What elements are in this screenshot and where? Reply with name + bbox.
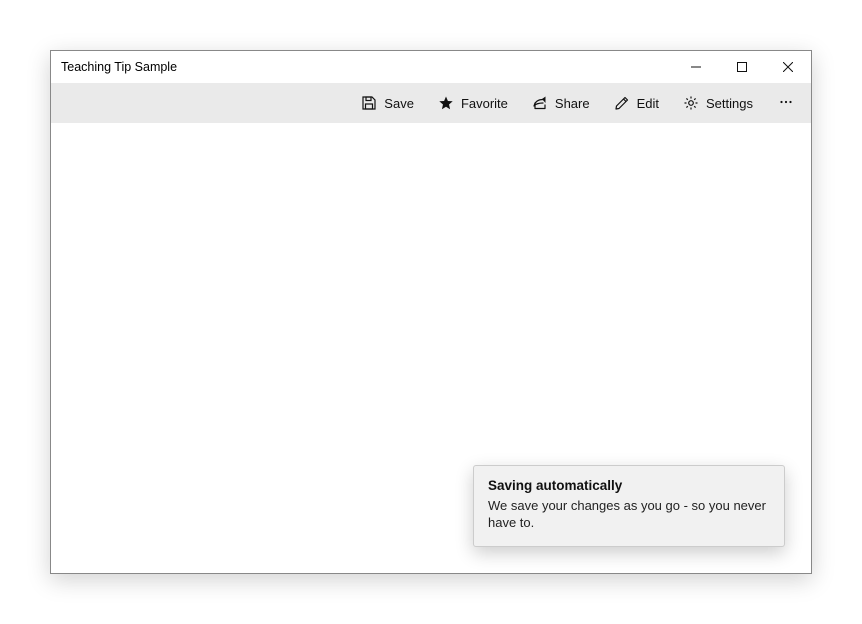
- edit-button[interactable]: Edit: [604, 89, 669, 117]
- window-controls: [673, 51, 811, 83]
- window-title: Teaching Tip Sample: [61, 60, 177, 74]
- close-button[interactable]: [765, 51, 811, 83]
- star-icon: [438, 95, 454, 111]
- maximize-button[interactable]: [719, 51, 765, 83]
- edit-label: Edit: [637, 96, 659, 111]
- content-area: Saving automatically We save your change…: [51, 123, 811, 573]
- favorite-button[interactable]: Favorite: [428, 89, 518, 117]
- minimize-button[interactable]: [673, 51, 719, 83]
- tip-title: Saving automatically: [488, 478, 770, 493]
- settings-label: Settings: [706, 96, 753, 111]
- save-icon: [361, 95, 377, 111]
- save-button[interactable]: Save: [351, 89, 424, 117]
- teaching-tip: Saving automatically We save your change…: [473, 465, 785, 547]
- share-icon: [532, 95, 548, 111]
- minimize-icon: [691, 62, 701, 72]
- share-label: Share: [555, 96, 590, 111]
- gear-icon: [683, 95, 699, 111]
- app-window: Teaching Tip Sample: [50, 50, 812, 574]
- edit-icon: [614, 95, 630, 111]
- save-label: Save: [384, 96, 414, 111]
- settings-button[interactable]: Settings: [673, 89, 763, 117]
- more-icon: [778, 94, 794, 113]
- favorite-label: Favorite: [461, 96, 508, 111]
- maximize-icon: [737, 62, 747, 72]
- more-button[interactable]: [767, 88, 805, 119]
- tip-body: We save your changes as you go - so you …: [488, 497, 770, 532]
- command-bar: Save Favorite Share: [51, 83, 811, 123]
- close-icon: [783, 62, 793, 72]
- share-button[interactable]: Share: [522, 89, 600, 117]
- titlebar: Teaching Tip Sample: [51, 51, 811, 83]
